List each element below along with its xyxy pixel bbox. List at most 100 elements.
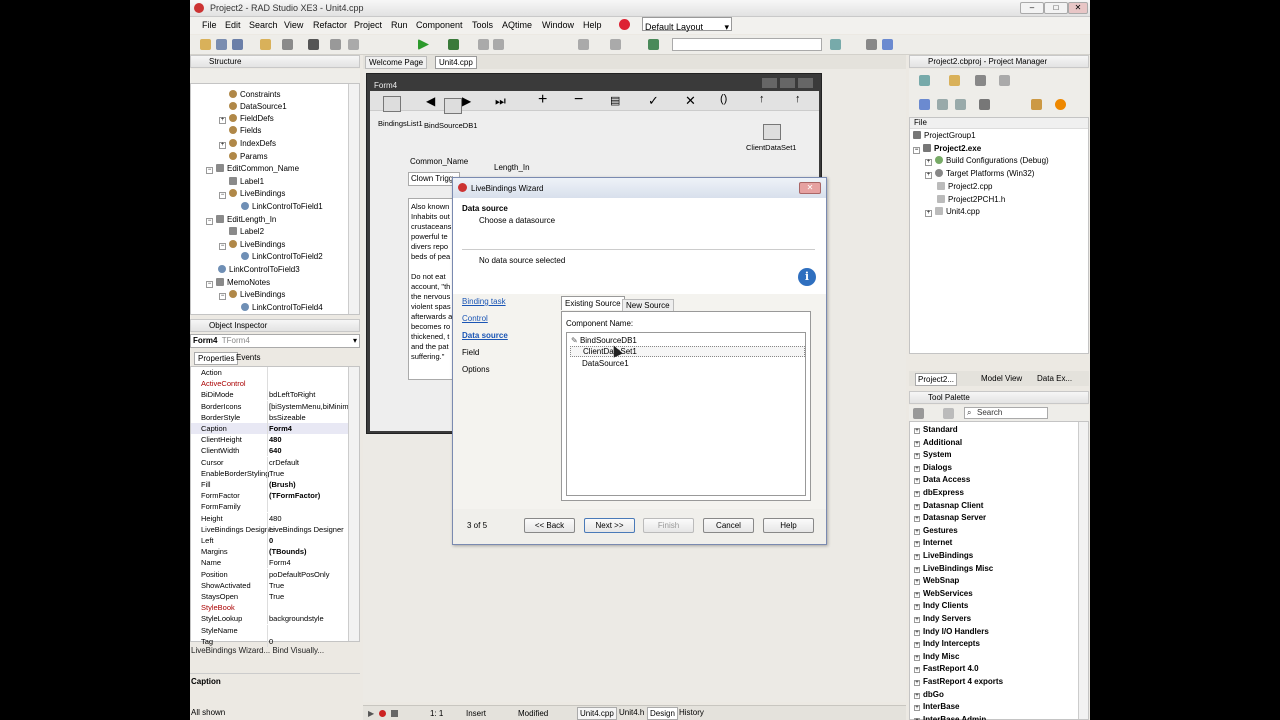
oi-property-value[interactable]: bdLeftToRight bbox=[269, 390, 315, 399]
step-data-source[interactable]: Data source bbox=[462, 331, 508, 340]
palette-category[interactable]: + WebServices bbox=[914, 589, 973, 598]
step-control[interactable]: Control bbox=[462, 314, 488, 323]
oi-scrollbar[interactable] bbox=[348, 367, 359, 641]
palette-category[interactable]: + Internet bbox=[914, 538, 952, 548]
oi-property-value[interactable]: LiveBindings Designer bbox=[269, 525, 344, 534]
tab-project-manager[interactable]: Project2... bbox=[915, 373, 958, 386]
copy-icon[interactable] bbox=[330, 39, 341, 50]
menu-edit[interactable]: Edit bbox=[225, 20, 241, 30]
tree-item[interactable]: Label1 bbox=[229, 177, 264, 186]
palette-category[interactable]: + Indy Servers bbox=[914, 614, 971, 623]
oi-property-value[interactable]: (Brush) bbox=[269, 480, 296, 489]
save-all-icon[interactable] bbox=[282, 39, 293, 50]
back-arrow-icon[interactable] bbox=[578, 39, 589, 50]
oi-property-value[interactable]: True bbox=[269, 469, 284, 478]
oi-row[interactable]: Left 0 bbox=[191, 535, 349, 546]
oi-component-select[interactable]: Form4 TForm4 ▾ bbox=[190, 334, 360, 348]
oi-row[interactable]: BorderStyle bsSizeable bbox=[191, 411, 349, 423]
layout-select[interactable]: Default Layout ▾ bbox=[642, 17, 732, 32]
open-icon[interactable] bbox=[216, 39, 227, 50]
oi-row[interactable]: ActiveControl bbox=[191, 378, 349, 390]
palette-category[interactable]: +InterBase Admin bbox=[914, 715, 986, 720]
palette-pointer-icon[interactable] bbox=[943, 408, 954, 419]
new-icon[interactable] bbox=[200, 39, 211, 50]
tab-history[interactable]: History bbox=[677, 707, 706, 718]
palette-category[interactable]: + InterBase bbox=[914, 702, 959, 712]
pause-icon[interactable] bbox=[478, 39, 489, 50]
desktop-icon[interactable] bbox=[830, 39, 841, 50]
tab-events[interactable]: Events bbox=[236, 353, 260, 362]
oi-property-value[interactable]: 480 bbox=[269, 514, 282, 523]
tree-item[interactable]: DataSource1 bbox=[229, 102, 287, 111]
play-icon[interactable]: ▶ bbox=[368, 709, 374, 718]
tree-item-project-exe[interactable]: − Project2.exe bbox=[913, 144, 981, 154]
palette-category[interactable]: + Indy I/O Handlers bbox=[914, 627, 989, 636]
menu-tools[interactable]: Tools bbox=[472, 20, 493, 30]
oi-property-value[interactable]: poDefaultPosOnly bbox=[269, 570, 329, 579]
oi-row[interactable]: Margins (TBounds) bbox=[191, 546, 349, 558]
palette-category[interactable]: + Additional bbox=[914, 438, 962, 447]
view-icon[interactable] bbox=[866, 39, 877, 50]
tree-item-project-cpp[interactable]: Project2.cpp bbox=[937, 182, 992, 191]
menu-search[interactable]: Search bbox=[249, 20, 278, 30]
palette-category[interactable]: + Gestures bbox=[914, 526, 958, 535]
nav-delete-icon[interactable]: − bbox=[574, 91, 583, 109]
bindingslist-icon[interactable] bbox=[383, 96, 401, 112]
tree-item[interactable]: LinkControlToField2 bbox=[241, 252, 323, 261]
record-icon[interactable] bbox=[379, 710, 386, 717]
tree-item[interactable]: − LiveBindings bbox=[219, 290, 285, 300]
palette-category[interactable]: + LiveBindings Misc bbox=[914, 564, 993, 573]
tree-item[interactable]: − LiveBindings bbox=[219, 189, 285, 199]
oi-row[interactable]: Position poDefaultPosOnly bbox=[191, 568, 349, 580]
tree-item[interactable]: − EditLength_In bbox=[206, 215, 276, 225]
tab-design[interactable]: Design bbox=[647, 707, 678, 720]
palette-category[interactable]: + FastReport 4.0 bbox=[914, 664, 979, 674]
nav-next-icon[interactable]: ▶ bbox=[462, 94, 471, 108]
menu-window[interactable]: Window bbox=[542, 20, 574, 30]
tab-data-explorer[interactable]: Data Ex... bbox=[1035, 373, 1074, 384]
pm-activate-icon[interactable] bbox=[919, 75, 930, 86]
tree-item-pch[interactable]: Project2PCH1.h bbox=[937, 195, 1005, 204]
palette-category[interactable]: + dbGo bbox=[914, 690, 944, 699]
palette-category[interactable]: + Indy Intercepts bbox=[914, 639, 980, 649]
wizard-close-button[interactable]: ✕ bbox=[799, 182, 821, 194]
maximize-button[interactable]: □ bbox=[1044, 2, 1068, 14]
open-project-icon[interactable] bbox=[260, 39, 271, 50]
ide-insight-icon[interactable] bbox=[882, 39, 893, 50]
menu-refactor[interactable]: Refactor bbox=[313, 20, 347, 30]
oi-row[interactable]: Height 480 bbox=[191, 512, 349, 524]
oi-property-value[interactable]: True bbox=[269, 581, 284, 590]
oi-row[interactable]: EnableBorderStyling True bbox=[191, 467, 349, 479]
tree-item[interactable]: LinkControlToField1 bbox=[241, 202, 323, 211]
pm-expand-icon[interactable] bbox=[937, 99, 948, 110]
tree-item[interactable]: Label2 bbox=[229, 227, 264, 236]
oi-row[interactable]: StyleLookup backgroundstyle bbox=[191, 613, 349, 625]
tab-unit4-cpp[interactable]: Unit4.cpp bbox=[435, 56, 477, 69]
tree-item[interactable]: Params bbox=[229, 152, 268, 161]
nav-last-icon[interactable]: ⏭ bbox=[495, 94, 506, 109]
pm-new-icon[interactable] bbox=[949, 75, 960, 86]
oi-property-value[interactable]: Form4 bbox=[269, 558, 291, 567]
tree-item-unit4-cpp[interactable]: + Unit4.cpp bbox=[925, 207, 980, 217]
toolbar-combo[interactable] bbox=[672, 38, 822, 51]
disk-icon[interactable] bbox=[308, 39, 319, 50]
cancel-button[interactable]: Cancel bbox=[703, 518, 754, 533]
palette-category[interactable]: + LiveBindings bbox=[914, 551, 973, 560]
tab-existing-source[interactable]: Existing Source bbox=[561, 296, 625, 310]
palette-category[interactable]: + System bbox=[914, 450, 951, 460]
finish-button[interactable]: Finish bbox=[643, 518, 694, 533]
oi-row[interactable]: StyleBook bbox=[191, 602, 349, 614]
form-max-button[interactable] bbox=[780, 78, 795, 88]
next-button[interactable]: Next >> bbox=[584, 518, 635, 533]
tree-item[interactable]: LinkControlToField4 bbox=[241, 303, 323, 312]
oi-property-value[interactable]: backgroundstyle bbox=[269, 614, 324, 623]
pm-color-icon[interactable] bbox=[1055, 99, 1066, 110]
oi-property-value[interactable]: True bbox=[269, 592, 284, 601]
oi-property-value[interactable]: crDefault bbox=[269, 458, 299, 467]
help-button[interactable]: Help bbox=[763, 518, 814, 533]
pm-view-icon[interactable] bbox=[979, 99, 990, 110]
oi-row[interactable]: Cursor crDefault bbox=[191, 456, 349, 468]
paste-icon[interactable] bbox=[348, 39, 359, 50]
clientdataset-icon[interactable] bbox=[763, 124, 781, 140]
tree-item[interactable]: − MemoNotes bbox=[206, 278, 270, 288]
